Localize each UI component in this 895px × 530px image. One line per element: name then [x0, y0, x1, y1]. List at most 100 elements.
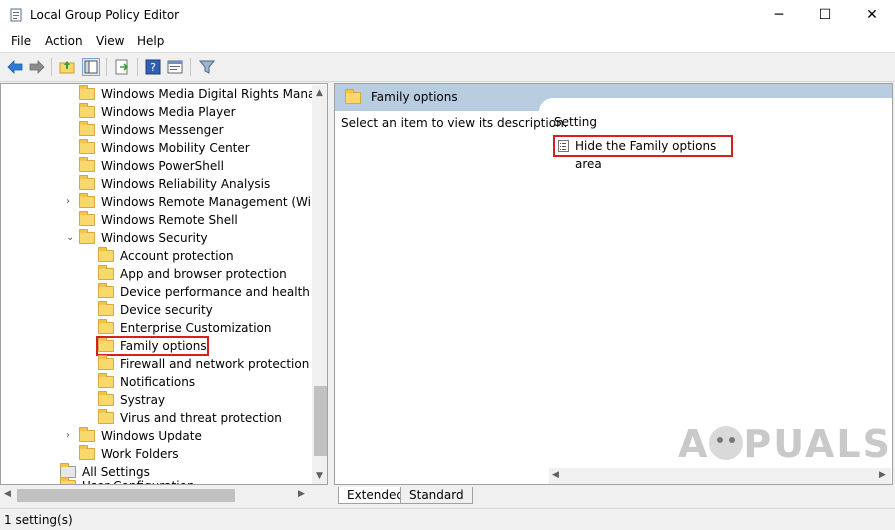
folder-icon [79, 121, 95, 136]
scroll-left-arrow-icon[interactable]: ◀ [552, 470, 559, 480]
folder-icon [98, 301, 114, 316]
minimize-button[interactable]: ─ [756, 0, 802, 31]
tree-item[interactable]: Notifications [98, 373, 195, 391]
toolbar: ? [0, 52, 895, 82]
folder-icon [98, 283, 114, 298]
details-horizontal-scrollbar[interactable]: ◀ ▶ [549, 468, 891, 484]
folder-icon [79, 229, 95, 244]
minimize-icon: ─ [774, 7, 784, 23]
tree-item[interactable]: Windows Remote Management (WinRM [79, 193, 328, 211]
tree-item-label: Notifications [120, 375, 196, 389]
tree-vertical-scroll-thumb[interactable] [314, 386, 327, 456]
scroll-left-arrow-icon[interactable]: ◀ [4, 489, 11, 499]
folder-icon [98, 355, 114, 370]
tree-item[interactable]: Systray [98, 391, 165, 409]
filter-icon[interactable] [198, 58, 216, 76]
mascot-icon [709, 426, 744, 460]
chevron-down-icon[interactable]: ⌄ [66, 229, 74, 247]
tree-item[interactable]: Windows Mobility Center [79, 139, 250, 157]
tree-item-label: Device performance and health [120, 285, 310, 299]
tree-item-label: Enterprise Customization [120, 321, 272, 335]
folder-icon [79, 139, 95, 154]
tree-item[interactable]: User Configuration [60, 477, 195, 484]
tree-item-label: Windows Remote Shell [101, 213, 238, 227]
setting-row-hide-family-options[interactable]: Hide the Family options area [553, 135, 733, 171]
setting-column-header[interactable]: Setting [554, 115, 597, 129]
tree-item[interactable]: Firewall and network protection [98, 355, 309, 373]
tree-item-label: Windows Reliability Analysis [101, 177, 271, 191]
tree-item[interactable]: Windows Remote Shell [79, 211, 238, 229]
scroll-down-arrow-icon[interactable]: ▼ [316, 471, 323, 481]
tree-item-label: Windows Security [101, 231, 208, 245]
help-icon[interactable]: ? [144, 58, 162, 76]
maximize-icon: ☐ [818, 7, 832, 23]
folder-icon [79, 445, 95, 460]
tree-pane[interactable]: Windows Media Digital Rights Manager Wind… [0, 83, 328, 485]
folder-icon [79, 157, 95, 172]
tree-item-label: App and browser protection [120, 267, 287, 281]
folder-icon [79, 427, 95, 442]
up-folder-icon[interactable] [58, 58, 76, 76]
export-list-icon[interactable] [113, 58, 131, 76]
tree-item-label: Systray [120, 393, 166, 407]
toolbar-separator [51, 58, 52, 76]
tree-item[interactable]: Windows Media Player [79, 103, 236, 121]
folder-icon [79, 193, 95, 208]
tree-item-label: Windows Remote Management (WinRM [101, 195, 328, 209]
menu-action[interactable]: Action [45, 34, 83, 48]
tree-item-label: Firewall and network protection [120, 357, 310, 371]
scroll-right-arrow-icon[interactable]: ▶ [879, 470, 886, 480]
close-button[interactable]: ✕ [849, 0, 895, 31]
tree-item[interactable]: Device security [98, 301, 213, 319]
tree-item-label: Windows Mobility Center [101, 141, 250, 155]
setting-label: Hide the Family options area [575, 139, 717, 171]
tree-item[interactable]: Windows Security [79, 229, 208, 247]
tree-item[interactable]: Work Folders [79, 445, 179, 463]
tree-item-label: Device security [120, 303, 213, 317]
folder-icon [79, 85, 95, 100]
scroll-up-arrow-icon[interactable]: ▲ [316, 88, 323, 98]
tree-item[interactable]: Windows Update [79, 427, 202, 445]
folder-icon [98, 247, 114, 262]
menu-file[interactable]: File [11, 34, 31, 48]
tree-item[interactable]: Account protection [98, 247, 234, 265]
toolbar-separator [190, 58, 191, 76]
group-policy-app-icon [9, 8, 23, 22]
chevron-right-icon[interactable]: › [66, 427, 70, 445]
tree-item[interactable]: Windows Reliability Analysis [79, 175, 270, 193]
show-hide-tree-icon[interactable] [82, 58, 100, 76]
back-arrow-icon[interactable] [6, 58, 24, 76]
status-bar: 1 setting(s) [0, 508, 895, 530]
tree-item-label: Windows PowerShell [101, 159, 224, 173]
folder-icon [98, 319, 114, 334]
tree-item[interactable]: Device performance and health [98, 283, 310, 301]
tree-item[interactable]: Windows Messenger [79, 121, 224, 139]
forward-arrow-icon[interactable] [28, 58, 46, 76]
watermark-logo: A PUALS [678, 422, 892, 466]
tree-item-label: Windows Media Player [101, 105, 236, 119]
maximize-button[interactable]: ☐ [802, 0, 848, 31]
tab-standard[interactable]: Standard [400, 487, 473, 504]
folder-icon [98, 265, 114, 280]
close-icon: ✕ [866, 7, 878, 23]
folder-icon [79, 211, 95, 226]
toolbar-separator [137, 58, 138, 76]
tree-item[interactable]: Windows PowerShell [79, 157, 224, 175]
tree-item-label: Windows Media Digital Rights Manager [101, 87, 328, 101]
tree-item[interactable]: App and browser protection [98, 265, 287, 283]
menu-view[interactable]: View [96, 34, 124, 48]
selection-highlight [96, 336, 209, 356]
chevron-right-icon[interactable]: › [66, 193, 70, 211]
policy-setting-icon [558, 140, 569, 152]
tree-item[interactable]: Windows Media Digital Rights Manager [79, 85, 328, 103]
properties-icon[interactable] [166, 58, 184, 76]
tree-item[interactable]: Enterprise Customization [98, 319, 272, 337]
title-bar: Local Group Policy Editor ─ ☐ ✕ [0, 0, 895, 31]
tree-item-label: Windows Update [101, 429, 202, 443]
tree-item[interactable]: Virus and threat protection [98, 409, 282, 427]
scroll-right-arrow-icon[interactable]: ▶ [298, 489, 305, 499]
menu-bar: File Action View Help [0, 31, 895, 52]
tree-horizontal-scroll-thumb[interactable] [17, 489, 235, 502]
menu-help[interactable]: Help [137, 34, 164, 48]
tree-item-label: Virus and threat protection [120, 411, 282, 425]
